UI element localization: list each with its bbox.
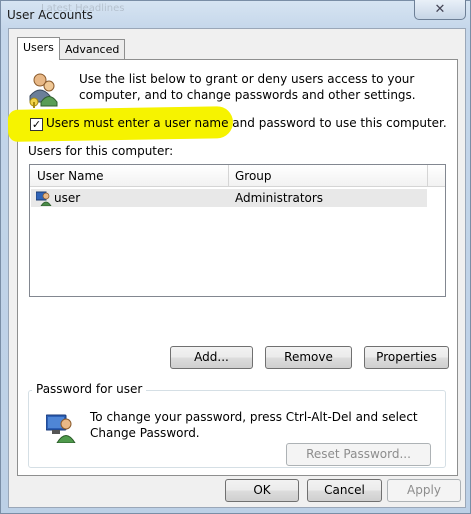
ok-button[interactable]: OK (225, 479, 299, 502)
apply-button[interactable]: Apply (387, 479, 461, 502)
remove-user-button[interactable]: Remove (265, 346, 352, 369)
user-icon (36, 190, 52, 206)
users-listview[interactable]: User Name Group user Administrators (29, 164, 446, 297)
users-tab-panel: Use the list below to grant or deny user… (7, 59, 458, 476)
group-cell: Administrators (235, 191, 324, 205)
require-login-checkbox[interactable]: ✓ (30, 118, 43, 131)
intro-text: Use the list below to grant or deny user… (79, 72, 416, 102)
users-icon (28, 72, 60, 108)
user-accounts-window: Latest Headlines User Accounts ✕ Users A… (0, 0, 471, 514)
tab-users[interactable]: Users (17, 37, 60, 60)
properties-button[interactable]: Properties (364, 346, 449, 369)
reset-password-button[interactable]: Reset Password... (286, 443, 431, 466)
password-user-icon (46, 411, 78, 443)
column-header-group[interactable]: Group (235, 169, 272, 183)
column-header-user-name[interactable]: User Name (37, 169, 104, 183)
users-list-label: Users for this computer: (28, 144, 174, 158)
dialog-client-area: Users Advanced Use the list below to gra… (7, 28, 466, 508)
cancel-button[interactable]: Cancel (307, 479, 382, 502)
password-group-title: Password for user (32, 382, 147, 396)
tab-advanced[interactable]: Advanced (59, 39, 126, 59)
column-separator[interactable] (228, 165, 229, 187)
window-title: User Accounts (7, 8, 93, 22)
user-name-cell: user (54, 191, 81, 205)
close-icon: ✕ (434, 2, 446, 17)
listview-header: User Name Group (30, 165, 445, 187)
require-login-label[interactable]: Users must enter a user name and passwor… (46, 116, 447, 130)
column-separator[interactable] (427, 165, 428, 187)
password-instructions: To change your password, press Ctrl-Alt-… (90, 410, 418, 440)
close-button[interactable]: ✕ (414, 0, 466, 20)
table-row[interactable]: user Administrators (31, 189, 427, 207)
add-user-button[interactable]: Add... (170, 346, 253, 369)
